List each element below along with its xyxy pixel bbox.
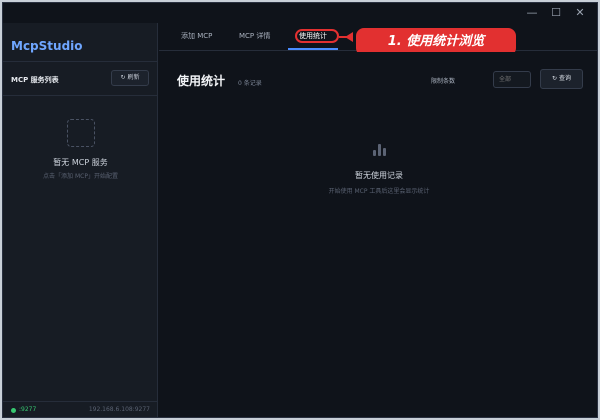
sidebar-footer: :9277 192.168.6.108:9277: [3, 403, 158, 417]
server-port: :9277: [19, 406, 37, 413]
annotation-highlight-ring: [295, 29, 339, 43]
app-brand: McpStudio: [11, 39, 83, 53]
sidebar-footer-divider: [3, 401, 158, 402]
tab-add-mcp[interactable]: 添加 MCP: [181, 31, 212, 41]
sidebar-divider: [3, 61, 158, 62]
active-tab-indicator: [288, 48, 338, 50]
sidebar-empty-subtitle: 点击「添加 MCP」开始配置: [43, 173, 118, 180]
main-panel: 使用统计 0 条记录 限制条数 ↻ 查询 暂无使用记录 开始使用 MCP 工具后…: [159, 52, 597, 417]
record-count: 0 条记录: [238, 80, 262, 87]
usage-empty-subtitle: 开始使用 MCP 工具后这里会显示统计: [328, 188, 430, 195]
minimize-button[interactable]: —: [521, 5, 543, 21]
usage-empty-title: 暂无使用记录: [355, 171, 403, 180]
sidebar: McpStudio MCP 服务列表 ↻ 刷新 暂无 MCP 服务 点击「添加 …: [3, 23, 158, 417]
title-bar: — ☐ ✕: [3, 3, 597, 23]
sidebar-empty-title: 暂无 MCP 服务: [53, 158, 108, 167]
maximize-button[interactable]: ☐: [545, 5, 567, 21]
limit-label: 限制条数: [431, 78, 456, 85]
status-dot-icon: [11, 408, 16, 413]
mcp-list-title: MCP 服务列表: [11, 76, 59, 84]
query-button[interactable]: ↻ 查询: [540, 69, 583, 89]
annotation-arrow-icon: [345, 32, 353, 42]
page-title: 使用统计: [177, 74, 226, 88]
server-address: 192.168.6.108:9277: [88, 406, 150, 413]
close-button[interactable]: ✕: [569, 5, 591, 21]
tab-bar: 添加 MCP MCP 详情 使用统计 1. 使用统计浏览: [159, 23, 597, 56]
refresh-button[interactable]: ↻ 刷新: [111, 70, 149, 86]
bar-chart-icon: [373, 144, 387, 156]
app-window: — ☐ ✕ McpStudio MCP 服务列表 ↻ 刷新 暂无 MCP 服务 …: [2, 2, 598, 418]
tab-mcp-details[interactable]: MCP 详情: [239, 31, 270, 41]
empty-placeholder-icon: [67, 119, 95, 147]
limit-input[interactable]: [493, 71, 531, 88]
sidebar-divider: [3, 95, 158, 96]
